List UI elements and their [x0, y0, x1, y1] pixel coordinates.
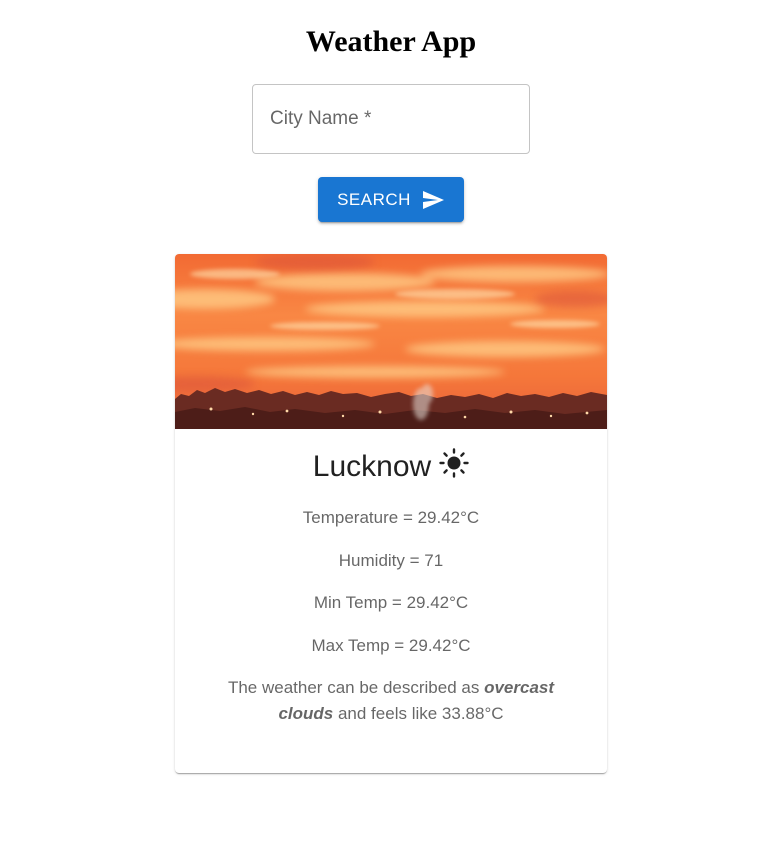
search-button[interactable]: Search	[318, 177, 464, 222]
city-name-field[interactable]	[252, 84, 530, 154]
weather-description: The weather can be described as overcast…	[210, 675, 572, 727]
temperature-text: Temperature = 29.42°C	[302, 508, 480, 527]
send-icon	[421, 188, 445, 212]
city-heading: Lucknow	[175, 447, 607, 487]
feels-like-text: and feels like 33.88°C	[333, 704, 504, 723]
humidity-text: Humidity = 71	[338, 551, 444, 570]
max-temp-text: Max Temp = 29.42°C	[311, 636, 471, 655]
weather-card: Lucknow Temperature = 29.42°C Humidity =…	[175, 254, 607, 773]
city-name: Lucknow	[312, 450, 432, 483]
sun-icon	[439, 448, 469, 478]
city-name-input[interactable]	[253, 85, 529, 153]
page-title: Weather App	[305, 25, 477, 58]
search-button-label: Search	[337, 189, 411, 209]
min-temp-text: Min Temp = 29.42°C	[313, 593, 469, 612]
sunset-sky-image	[175, 254, 607, 429]
description-prefix: The weather can be described as	[227, 678, 485, 697]
